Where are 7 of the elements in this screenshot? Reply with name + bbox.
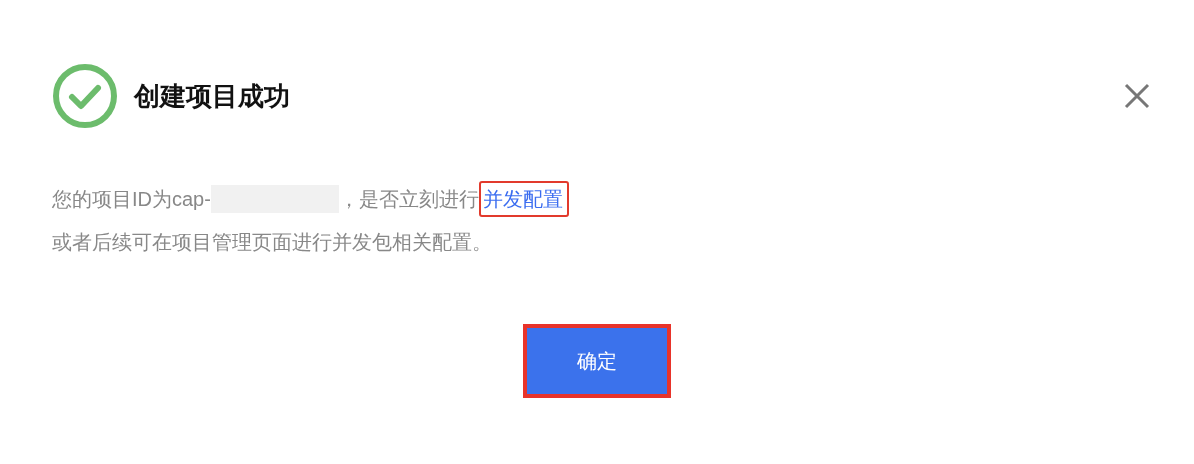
dialog-title: 创建项目成功 <box>134 79 291 113</box>
config-link[interactable]: 并发配置 <box>478 181 569 217</box>
message-text: 您的项目ID为cap- <box>52 187 211 212</box>
confirm-button[interactable]: 确定 <box>523 324 671 398</box>
message-text: 或者后续可在项目管理页面进行并发包相关配置。 <box>52 230 493 255</box>
close-button[interactable] <box>1124 83 1150 109</box>
message-text: ，是否立刻进行 <box>338 187 479 212</box>
